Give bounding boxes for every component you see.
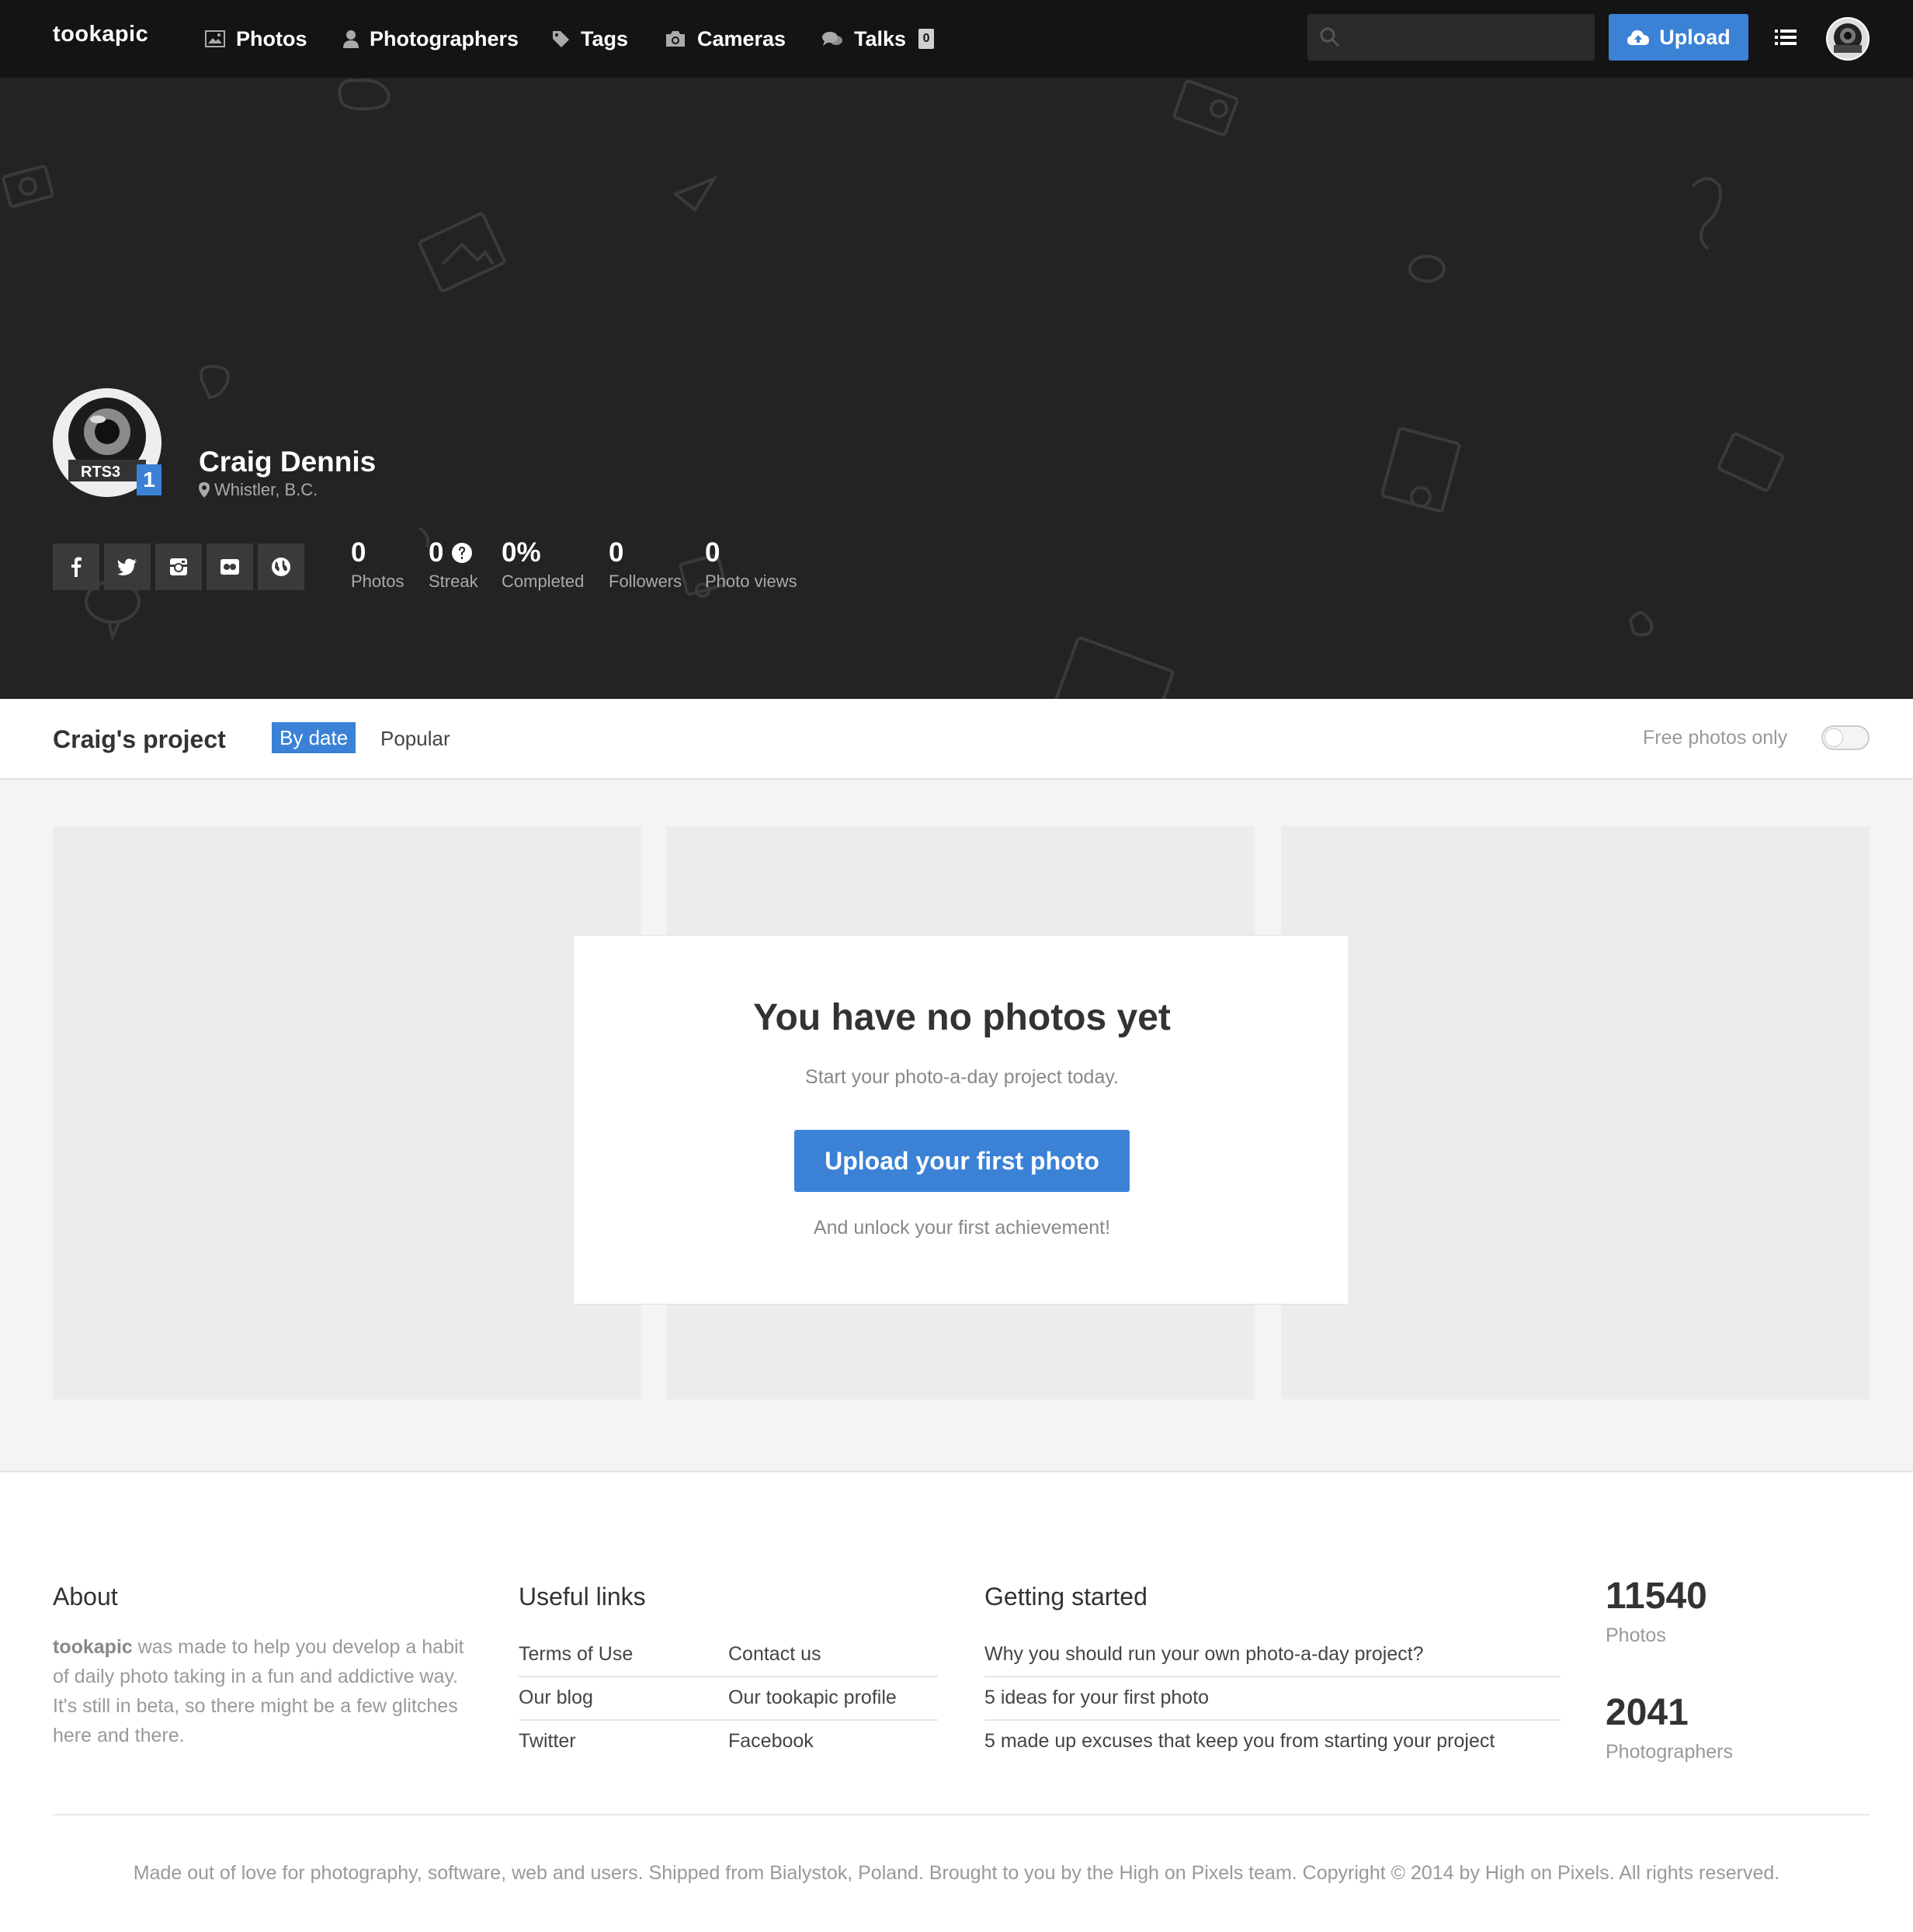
footer-link-profile[interactable]: Our tookapic profile	[728, 1676, 897, 1719]
nav-tags-label: Tags	[581, 26, 629, 50]
website-button[interactable]	[258, 544, 304, 590]
stat-views: 0 Photo views	[705, 537, 797, 592]
footer-link-blog[interactable]: Our blog	[519, 1676, 593, 1719]
footer-getting-started-heading: Getting started	[984, 1583, 1147, 1611]
footer-link-terms[interactable]: Terms of Use	[519, 1632, 633, 1676]
twitter-button[interactable]	[104, 544, 151, 590]
hero-doodle-pattern	[2, 78, 1784, 699]
flickr-button[interactable]	[207, 544, 253, 590]
footer-link-first-photo-ideas[interactable]: 5 ideas for your first photo	[984, 1676, 1209, 1719]
map-pin-icon	[199, 482, 210, 498]
upload-button[interactable]: Upload	[1609, 14, 1748, 61]
nav-cameras-label: Cameras	[697, 26, 786, 50]
camera-icon	[666, 31, 685, 47]
free-photos-label: Free photos only	[1643, 727, 1788, 749]
free-photos-toggle[interactable]	[1821, 725, 1870, 750]
search-icon	[1320, 27, 1340, 47]
footer-divider	[53, 1814, 1870, 1816]
stat-completed-value: 0%	[502, 537, 541, 568]
globe-icon	[272, 558, 290, 576]
footer-stat-photos-value: 11540	[1606, 1576, 1707, 1617]
footer-link-excuses[interactable]: 5 made up excuses that keep you from sta…	[984, 1719, 1495, 1763]
project-bar: Craig's project By date Popular Free pho…	[0, 699, 1913, 780]
nav-talks-label: Talks	[854, 26, 907, 50]
svg-text:RTS3: RTS3	[81, 464, 120, 481]
chat-icon	[822, 32, 842, 46]
search-box[interactable]	[1307, 14, 1595, 61]
footer-link-twitter[interactable]: Twitter	[519, 1719, 576, 1763]
facebook-button[interactable]	[53, 544, 99, 590]
profile-hero: RTS3 1 Craig Dennis Whistler, B.C. 0 Pho…	[0, 78, 1913, 699]
stat-followers-value: 0	[609, 537, 624, 568]
upload-button-label: Upload	[1659, 25, 1731, 49]
stat-views-label: Photo views	[705, 572, 797, 591]
footer-stat-photographers-value: 2041	[1606, 1692, 1689, 1733]
nav-cameras[interactable]: Cameras	[665, 25, 786, 53]
stat-followers[interactable]: 0 Followers	[609, 537, 682, 592]
stat-followers-label: Followers	[609, 572, 682, 591]
footer-link-contact[interactable]: Contact us	[728, 1632, 821, 1676]
help-icon[interactable]	[451, 542, 473, 564]
footer-about-text: tookapic was made to help you develop a …	[53, 1632, 472, 1750]
footer: About tookapic was made to help you deve…	[0, 1472, 1913, 1932]
photo-placeholder	[1281, 826, 1870, 1399]
stat-photos-value: 0	[351, 537, 366, 568]
nav-photos[interactable]: Photos	[205, 25, 307, 53]
instagram-icon	[170, 558, 187, 575]
nav-photographers[interactable]: Photographers	[343, 25, 519, 53]
upload-first-photo-button[interactable]: Upload your first photo	[794, 1130, 1130, 1192]
tab-popular[interactable]: Popular	[380, 727, 450, 751]
footer-link-why-project[interactable]: Why you should run your own photo-a-day …	[984, 1632, 1424, 1676]
empty-state-note: And unlock your first achievement!	[813, 1217, 1111, 1239]
footer-about-heading: About	[53, 1583, 118, 1611]
tag-icon	[553, 31, 569, 47]
stat-completed: 0% Completed	[502, 537, 584, 592]
photo-grid: You have no photos yet Start your photo-…	[0, 780, 1913, 1472]
cloud-upload-icon	[1627, 30, 1650, 45]
nav-talks[interactable]: Talks 0	[821, 25, 935, 53]
profile-name: Craig Dennis	[199, 446, 377, 478]
footer-stat-photos-label: Photos	[1606, 1624, 1666, 1646]
stat-streak: 0 Streak	[429, 537, 478, 592]
photo-placeholder	[53, 826, 641, 1399]
profile-location-text: Whistler, B.C.	[214, 480, 318, 499]
stat-views-value: 0	[705, 537, 720, 568]
profile-location: Whistler, B.C.	[199, 480, 318, 500]
nav-photographers-label: Photographers	[370, 26, 519, 50]
stat-photos: 0 Photos	[351, 537, 404, 592]
search-input[interactable]	[1351, 14, 1584, 61]
stat-streak-label: Streak	[429, 572, 478, 591]
menu-list-icon[interactable]	[1775, 28, 1797, 50]
stat-photos-label: Photos	[351, 572, 404, 591]
footer-link-facebook[interactable]: Facebook	[728, 1719, 814, 1763]
image-icon	[205, 30, 225, 47]
project-title: Craig's project	[53, 725, 226, 753]
footer-about-brand: tookapic	[53, 1636, 133, 1658]
empty-state-card: You have no photos yet Start your photo-…	[573, 935, 1349, 1305]
tab-by-date[interactable]: By date	[272, 722, 356, 753]
logo[interactable]: tookapic	[53, 22, 148, 47]
footer-stat-photographers-label: Photographers	[1606, 1741, 1734, 1763]
talks-count-badge: 0	[918, 29, 935, 49]
top-navbar: tookapic Photos Photographers Tags Camer…	[0, 0, 1913, 78]
empty-state-title: You have no photos yet	[753, 997, 1171, 1038]
toggle-knob	[1824, 728, 1843, 747]
user-avatar[interactable]	[1826, 17, 1870, 61]
footer-useful-links-heading: Useful links	[519, 1583, 646, 1611]
nav-tags[interactable]: Tags	[551, 25, 628, 53]
nav-photos-label: Photos	[236, 26, 307, 50]
empty-state-subtitle: Start your photo-a-day project today.	[805, 1066, 1119, 1088]
stat-streak-value: 0	[429, 537, 444, 568]
level-badge: 1	[137, 464, 161, 495]
instagram-button[interactable]	[155, 544, 202, 590]
footer-copyright: Made out of love for photography, softwa…	[133, 1862, 1780, 1884]
flickr-icon	[220, 559, 239, 575]
facebook-icon	[71, 557, 82, 577]
user-icon	[343, 30, 359, 48]
twitter-icon	[117, 558, 137, 575]
social-links	[53, 544, 304, 590]
stat-completed-label: Completed	[502, 572, 585, 591]
